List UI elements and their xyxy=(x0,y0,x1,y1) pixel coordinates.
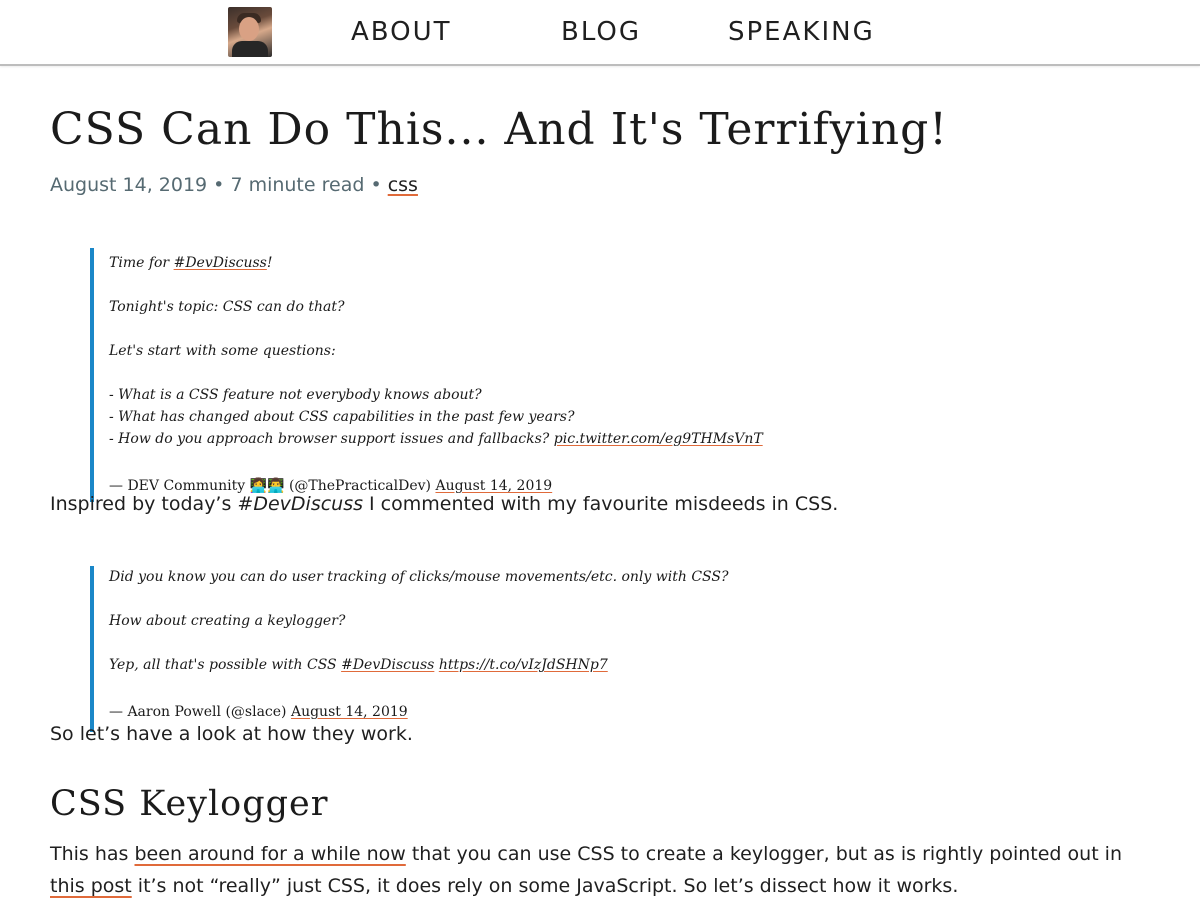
body-paragraph: Inspired by today’s #DevDiscuss I commen… xyxy=(50,488,1150,520)
tweet-line: Time for #DevDiscuss! xyxy=(109,252,1190,274)
paragraph-text: This has xyxy=(50,843,135,865)
post-date: August 14, 2019 xyxy=(50,174,208,196)
meta-separator: • xyxy=(207,174,231,196)
tweet-line: Yep, all that's possible with CSS #DevDi… xyxy=(109,654,1190,676)
embedded-tweet-devcommunity: Time for #DevDiscuss! Tonight's topic: C… xyxy=(90,248,1190,502)
tweet-line: Let's start with some questions: xyxy=(109,343,336,359)
nav-speaking-link[interactable]: SPEAKING xyxy=(728,14,875,50)
tweet-text: - How do you approach browser support is… xyxy=(109,431,554,447)
tweet-line: Did you know you can do user tracking of… xyxy=(109,569,729,585)
tweet-pic-link[interactable]: pic.twitter.com/eg9THMsVnT xyxy=(554,431,763,447)
body-paragraph: This has been around for a while now tha… xyxy=(50,838,1150,902)
inline-link[interactable]: this post xyxy=(50,875,132,897)
hashtag-emphasis: #DevDiscuss xyxy=(237,493,363,515)
post-content: CSS Can Do This... And It's Terrifying! … xyxy=(0,66,1200,900)
meta-separator: • xyxy=(364,174,388,196)
tweet-url-link[interactable]: https://t.co/vIzJdSHNp7 xyxy=(439,657,608,673)
paragraph-text: Inspired by today’s xyxy=(50,493,238,515)
hashtag-link[interactable]: #DevDiscuss xyxy=(341,657,434,673)
post-title: CSS Can Do This... And It's Terrifying! xyxy=(50,104,948,155)
hashtag-link[interactable]: #DevDiscuss xyxy=(174,255,267,271)
tweet-text: ! xyxy=(266,255,273,271)
post-tag-link[interactable]: css xyxy=(388,174,418,196)
avatar[interactable] xyxy=(228,7,272,57)
section-heading: CSS Keylogger xyxy=(50,784,329,824)
tweet-line: - How do you approach browser support is… xyxy=(109,428,1190,450)
nav-blog-link[interactable]: BLOG xyxy=(561,14,641,50)
paragraph-text: I commented with my favourite misdeeds i… xyxy=(363,493,839,515)
tweet-line: How about creating a keylogger? xyxy=(109,613,346,629)
body-paragraph: So let’s have a look at how they work. xyxy=(50,723,413,745)
tweet-text: Yep, all that's possible with CSS xyxy=(109,657,342,673)
post-read-time: 7 minute read xyxy=(230,174,365,196)
site-header: ABOUT BLOG SPEAKING xyxy=(0,0,1200,66)
avatar-face xyxy=(239,17,259,41)
tweet-line: Tonight's topic: CSS can do that? xyxy=(109,299,345,315)
paragraph-text: it’s not “really” just CSS, it does rely… xyxy=(131,875,959,897)
tweet-line: - What is a CSS feature not everybody kn… xyxy=(109,387,482,403)
post-meta: August 14, 2019 • 7 minute read • css xyxy=(50,174,418,196)
inline-link[interactable]: been around for a while now xyxy=(135,843,406,865)
paragraph-text: that you can use CSS to create a keylogg… xyxy=(405,843,1123,865)
nav-about-link[interactable]: ABOUT xyxy=(351,14,452,50)
tweet-text: Time for xyxy=(109,255,174,271)
tweet-line: - What has changed about CSS capabilitie… xyxy=(109,409,575,425)
avatar-shirt xyxy=(232,41,268,57)
embedded-tweet-aaronpowell: Did you know you can do user tracking of… xyxy=(90,566,1190,732)
